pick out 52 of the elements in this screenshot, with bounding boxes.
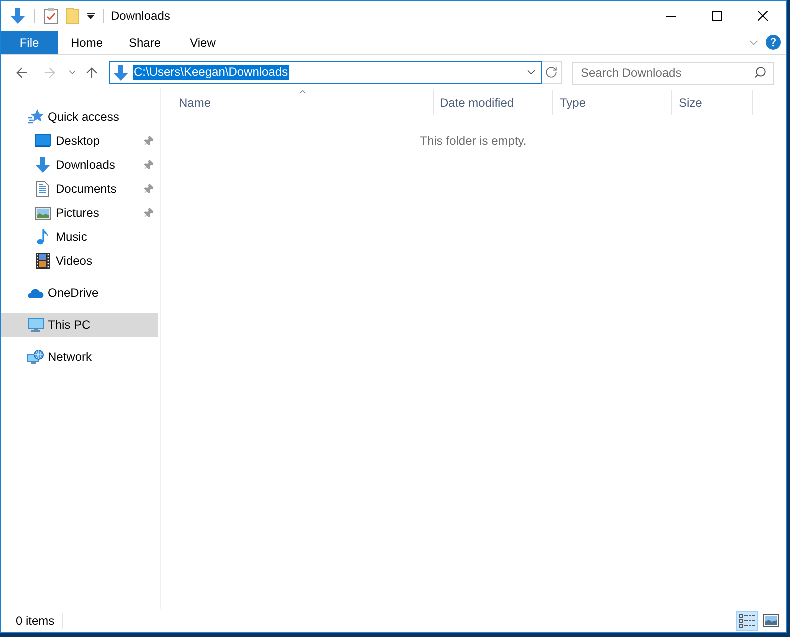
sidebar-item[interactable]: Quick access [1,105,158,129]
address-field[interactable]: C:\Users\Keegan\Downloads [109,61,542,84]
column-header[interactable]: Date modified [434,90,553,115]
details-view-button[interactable] [736,610,758,630]
column-header[interactable]: Type [553,90,672,115]
cloud-icon [28,288,44,298]
folder-icon [66,8,79,24]
refresh-icon [545,66,558,79]
picture-icon [763,614,779,627]
clipboard-check-icon [44,8,58,24]
file-menu-button[interactable]: File [1,31,58,54]
sidebar-item[interactable]: Pictures [1,201,158,225]
sidebar-item[interactable]: Desktop [1,129,158,153]
ribbon-tab[interactable]: Home [58,31,116,54]
path-text: C:\Users\Keegan\Downloads [133,65,290,80]
document-icon [36,181,49,197]
down-arrow-icon [10,8,26,24]
star-icon [28,109,44,125]
ribbon-tab[interactable]: Share [116,31,174,54]
details-list-icon [739,614,755,628]
monitor-icon [34,134,50,148]
customize-toolbar-button[interactable] [87,12,95,20]
system-menu-button[interactable] [10,8,26,24]
window-title: Downloads [111,8,170,25]
properties-button[interactable] [44,8,58,24]
sidebar-item[interactable]: Videos [1,249,158,273]
network-icon [27,350,44,364]
down-arrow-icon [113,64,129,80]
refresh-button[interactable] [542,61,562,84]
picture-icon [34,206,50,220]
sidebar-item[interactable]: This PC [1,313,158,337]
film-strip-icon [36,253,50,269]
maximize-icon [712,11,722,21]
sidebar-item[interactable]: Network [1,345,158,369]
sidebar-item[interactable]: Music [1,225,158,249]
computer-icon [28,318,44,332]
column-header[interactable]: Size [672,90,753,115]
help-icon [766,35,781,50]
item-count: 0 items [16,612,55,630]
help-button[interactable] [766,35,781,50]
column-header[interactable]: Name [161,90,434,115]
sidebar-item[interactable]: Documents [1,177,158,201]
sidebar-item[interactable]: Downloads [1,153,158,177]
search-field[interactable]: Search Downloads [572,62,774,84]
empty-folder-message: This folder is empty. [420,134,527,148]
caret-icon [87,12,95,20]
close-icon [758,11,768,21]
search-icon[interactable] [754,66,767,79]
ribbon-tab[interactable]: View [174,31,232,54]
down-arrow-icon [34,157,50,173]
music-note-icon [36,229,48,245]
sidebar-item[interactable]: OneDrive [1,281,158,305]
